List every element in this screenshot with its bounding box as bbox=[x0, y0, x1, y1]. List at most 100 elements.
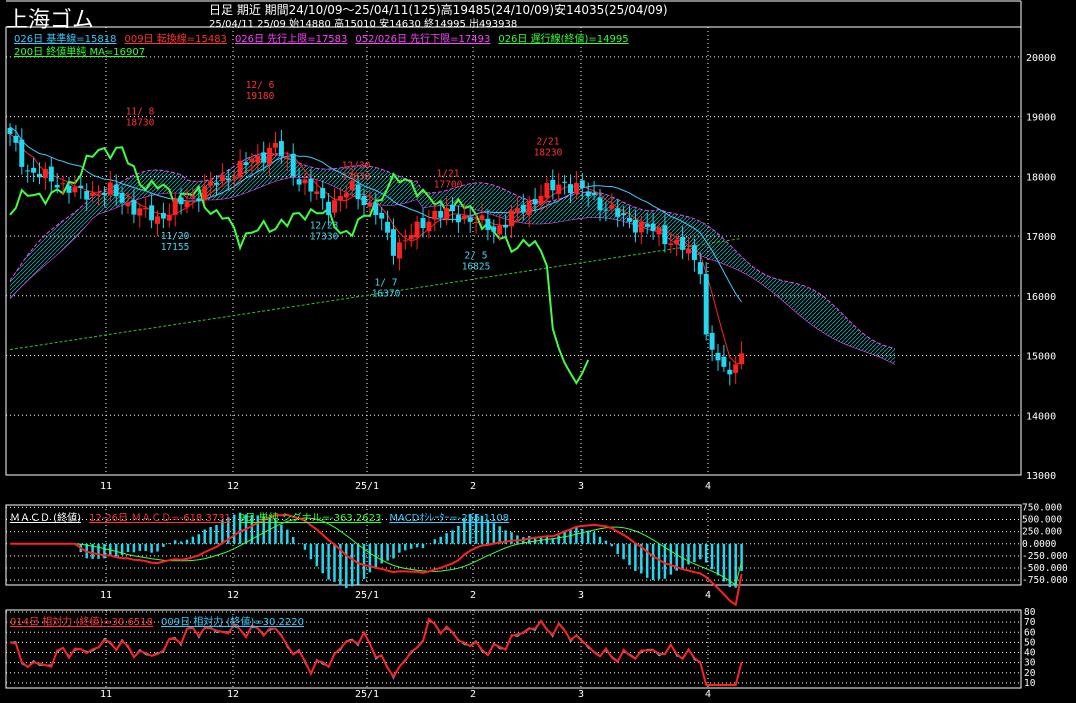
candle-body-106 bbox=[632, 219, 638, 233]
candle-body-86 bbox=[514, 208, 520, 214]
candle-body-85 bbox=[509, 210, 514, 227]
candle-body-48 bbox=[290, 153, 296, 177]
candle-body-33 bbox=[202, 186, 208, 200]
annotation-date-2: 12/30 bbox=[342, 160, 371, 171]
candle-body-41 bbox=[249, 158, 255, 163]
candle-body-62 bbox=[373, 203, 379, 216]
candle-body-27 bbox=[166, 215, 172, 221]
x-label-rsi-4: 3 bbox=[578, 689, 584, 700]
rsi-9-line bbox=[9, 619, 743, 686]
candle-body-17 bbox=[107, 182, 113, 195]
candle-body-21 bbox=[131, 199, 137, 215]
x-label-macd-2: 25/1 bbox=[355, 590, 379, 601]
legend-macd-0: ＭＡＣＤ (終値) bbox=[10, 513, 81, 524]
candle-body-103 bbox=[615, 208, 621, 217]
candle-body-54 bbox=[326, 201, 332, 215]
candle-body-82 bbox=[491, 226, 497, 232]
candle-body-40 bbox=[243, 162, 249, 165]
candle-body-3 bbox=[25, 170, 31, 172]
x-label-main-3: 2 bbox=[470, 481, 476, 492]
y-label-main-4: 16000 bbox=[1026, 292, 1056, 303]
annotation-date-0: 11/ 8 bbox=[126, 107, 155, 118]
candle-body-105 bbox=[627, 218, 632, 222]
y-label-macd-1: 500.000 bbox=[1022, 515, 1062, 526]
rsi-14-line bbox=[9, 617, 743, 686]
x-label-main-0: 11 bbox=[100, 481, 112, 492]
candle-body-116 bbox=[691, 245, 697, 260]
y-label-macd-3: 0.0000 bbox=[1022, 539, 1057, 550]
candle-body-18 bbox=[113, 184, 119, 197]
annotation-date-8: 2/ 5 bbox=[465, 251, 488, 262]
candle-body-11 bbox=[72, 187, 78, 193]
candle-body-111 bbox=[662, 225, 668, 245]
candle-body-104 bbox=[621, 213, 627, 215]
candle-body-28 bbox=[172, 199, 178, 215]
candle-body-37 bbox=[225, 178, 231, 181]
candle-body-96 bbox=[573, 182, 579, 194]
legend-rsi-0: 014日 相対力 (終値)=30.6518 bbox=[10, 617, 153, 628]
legend-macd-2: 9日 単純 シグナル=-363.2623 bbox=[238, 513, 382, 524]
candle-body-19 bbox=[119, 192, 125, 203]
y-label-main-7: 13000 bbox=[1026, 471, 1056, 482]
x-label-main-1: 12 bbox=[227, 481, 239, 492]
candle-body-13 bbox=[84, 190, 90, 200]
candle-body-120 bbox=[715, 352, 721, 361]
candle-body-39 bbox=[237, 160, 243, 178]
x-label-main-4: 3 bbox=[578, 481, 584, 492]
candle-body-50 bbox=[302, 179, 308, 184]
candle-body-81 bbox=[485, 218, 491, 230]
candle-body-123 bbox=[733, 364, 739, 373]
candle-body-99 bbox=[591, 192, 597, 196]
annotation-value-1: 19180 bbox=[246, 91, 275, 102]
candle-body-49 bbox=[296, 179, 302, 185]
candle-body-100 bbox=[597, 197, 603, 211]
candle-body-14 bbox=[90, 192, 96, 197]
candle-body-80 bbox=[479, 215, 485, 220]
candle-body-78 bbox=[467, 217, 473, 222]
candle-body-69 bbox=[414, 221, 420, 238]
x-label-rsi-3: 2 bbox=[470, 689, 476, 700]
candle-body-26 bbox=[160, 213, 166, 219]
candle-body-1 bbox=[13, 135, 19, 143]
candle-body-23 bbox=[143, 208, 149, 210]
candle-body-76 bbox=[455, 214, 461, 223]
candle-body-93 bbox=[556, 184, 562, 194]
legend-main-2: 026日 先行上限=17583 bbox=[234, 34, 348, 45]
candle-body-24 bbox=[149, 205, 155, 221]
candle-body-65 bbox=[391, 229, 396, 256]
candle-body-94 bbox=[562, 181, 568, 183]
candle-body-117 bbox=[697, 262, 703, 275]
annotation-date-1: 12/ 6 bbox=[246, 80, 275, 91]
x-label-rsi-1: 12 bbox=[227, 689, 239, 700]
candle-body-2 bbox=[19, 139, 25, 167]
legend-ma-0: 200日 終値単純 MA=16907 bbox=[14, 47, 146, 58]
y-label-main-5: 15000 bbox=[1026, 352, 1056, 363]
candle-body-74 bbox=[444, 207, 450, 220]
candle-body-31 bbox=[190, 195, 196, 198]
candle-body-46 bbox=[278, 141, 284, 156]
candle-body-57 bbox=[343, 193, 349, 198]
y-label-macd-4: -250.000 bbox=[1022, 551, 1068, 562]
candle-body-121 bbox=[721, 356, 727, 367]
candle-body-38 bbox=[231, 176, 237, 178]
y-label-main-6: 14000 bbox=[1026, 411, 1056, 422]
candle-body-43 bbox=[261, 152, 267, 163]
candle-body-20 bbox=[125, 202, 131, 207]
candle-body-51 bbox=[308, 178, 314, 192]
candle-body-30 bbox=[184, 200, 190, 208]
candle-body-91 bbox=[544, 183, 550, 198]
candle-body-53 bbox=[320, 187, 326, 199]
y-label-main-3: 17000 bbox=[1026, 232, 1056, 243]
candle-body-45 bbox=[273, 142, 278, 148]
candle-body-108 bbox=[644, 224, 650, 227]
candle-body-71 bbox=[426, 221, 432, 232]
candle-body-0 bbox=[7, 127, 13, 134]
y-label-macd-0: 750.000 bbox=[1022, 502, 1062, 513]
candle-body-95 bbox=[568, 184, 573, 194]
candle-body-44 bbox=[267, 147, 273, 165]
annotation-date-7: 1/ 7 bbox=[375, 278, 398, 289]
candle-body-64 bbox=[385, 221, 391, 233]
candle-body-7 bbox=[48, 166, 54, 182]
annotation-value-6: 17330 bbox=[310, 231, 339, 242]
candle-body-12 bbox=[78, 185, 84, 189]
